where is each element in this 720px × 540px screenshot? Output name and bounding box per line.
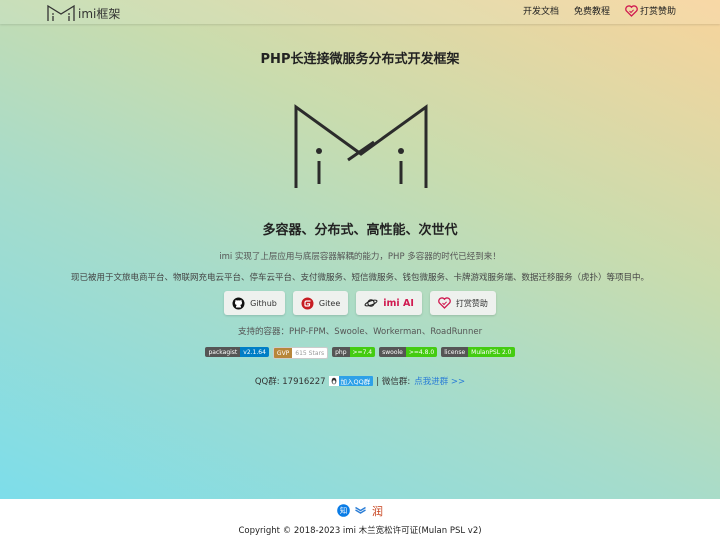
footer: 知 润 Copyright © 2018-2023 imi 木兰宽松许可证(Mu… [0,499,720,540]
svg-text:知: 知 [339,505,347,515]
packagist-badge[interactable]: packagist v2.1.64 [205,347,269,357]
heart-icon [438,297,451,309]
gitee-label: Gitee [318,298,341,308]
badge-label: packagist [205,347,241,357]
imi-ai-button[interactable]: imi AI [356,291,422,315]
qq-penguin-icon [328,376,339,386]
join-qq-button[interactable]: 加入QQ群 [328,376,374,386]
copyright-text: Copyright © 2018-2023 imi 木兰宽松许可证(Mulan … [238,526,482,536]
badge-value: MulanPSL 2.0 [468,347,515,357]
action-buttons: Github Gitee imi AI 打赏赞助 [0,291,720,315]
zhihu-icon[interactable]: 知 [336,504,350,517]
supported-containers: 支持的容器：PHP-FPM、Swoole、Workerman、RoadRunne… [237,327,483,337]
nav-sponsor-label: 打赏赞助 [639,7,676,17]
footer-icons: 知 润 [0,504,720,517]
badge-label: license [441,347,469,357]
layers-icon[interactable] [354,504,367,517]
gitee-button[interactable]: Gitee [292,291,349,315]
heart-icon [625,4,638,17]
page-title: PHP长连接微服务分布式开发框架 [260,52,460,67]
contact-row: QQ群: 17916227 加入QQ群 | 微信群: 点我进群 >> [0,375,720,387]
badge-label: swoole [379,347,406,357]
github-icon [232,297,245,309]
top-navbar: imi框架 开发文档 免费教程 打赏赞助 [0,0,720,24]
nav-tutorial-link[interactable]: 免费教程 [574,4,610,17]
sponsor-label: 打赏赞助 [455,298,488,308]
badge-value: >=7.4 [349,347,376,357]
wechat-join-link[interactable]: 点我进群 >> [414,375,465,387]
badge-value: v2.1.64 [240,347,269,357]
gvp-badge[interactable]: GVP 615 Stars [272,347,329,359]
intro-text: imi 实现了上层应用与底层容器解耦的能力，PHP 多容器的时代已经到来！ [219,252,501,262]
license-badge[interactable]: license MulanPSL 2.0 [441,347,515,357]
imi-logo-icon [47,4,75,21]
nav-menu: 开发文档 免费教程 打赏赞助 [508,4,676,17]
imi-big-logo [294,104,428,188]
nav-sponsor-link[interactable]: 打赏赞助 [625,4,676,17]
svg-text:润: 润 [372,504,383,517]
sponsor-button[interactable]: 打赏赞助 [429,291,496,315]
imi-ai-label: imi AI [383,297,414,309]
badge-row: packagist v2.1.64 GVP 615 Stars php >=7.… [0,347,720,359]
join-qq-label: 加入QQ群 [340,378,371,386]
run-icon[interactable]: 润 [371,504,384,517]
github-button[interactable]: Github [224,291,285,315]
slogan: 多容器、分布式、高性能、次世代 [262,223,458,238]
ai-planet-icon [364,299,378,307]
wechat-label: | 微信群: [376,377,411,387]
badge-value: 615 Stars [292,348,328,358]
brand-logo[interactable]: imi框架 [46,3,120,23]
usage-text: 现已被用于文旅电商平台、物联网充电云平台、停车云平台、支付微服务、短信微服务、钱… [70,273,649,283]
nav-docs-link[interactable]: 开发文档 [523,4,559,17]
github-label: Github [250,298,277,308]
qq-group-label: QQ群: 17916227 [254,377,326,387]
gitee-icon [301,297,314,309]
brand-name: imi框架 [78,6,121,21]
badge-label: php [332,347,350,357]
swoole-badge[interactable]: swoole >=4.8.0 [379,347,438,357]
badge-label: GVP [273,348,293,358]
badge-value: >=4.8.0 [405,347,438,357]
php-badge[interactable]: php >=7.4 [332,347,376,357]
